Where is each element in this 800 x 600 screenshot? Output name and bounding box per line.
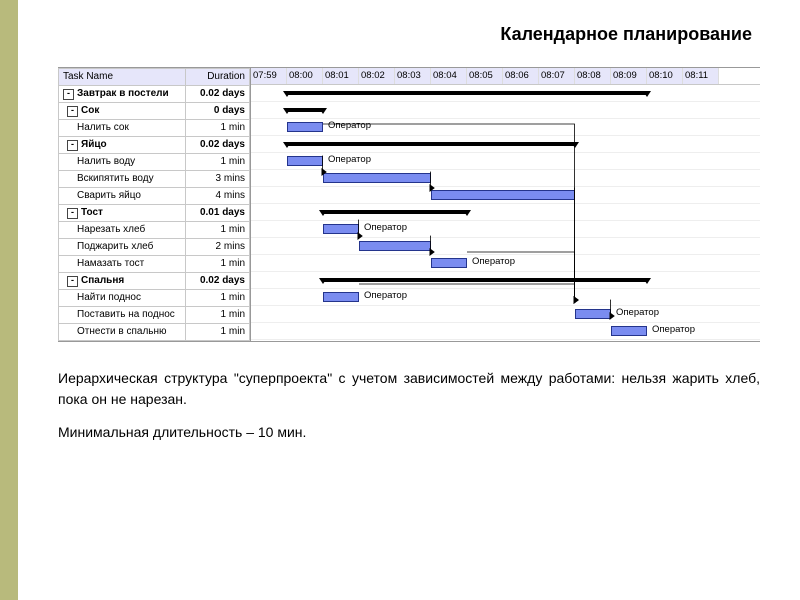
collapse-icon[interactable]: -	[67, 276, 78, 287]
task-bar[interactable]	[431, 258, 467, 268]
gantt-row	[251, 272, 760, 289]
table-row: -Спальня0.02 days	[59, 273, 250, 290]
time-tick: 08:00	[287, 68, 323, 84]
gantt-row: Оператор	[251, 289, 760, 306]
resource-label: Оператор	[364, 290, 407, 301]
collapse-icon[interactable]: -	[63, 89, 74, 100]
time-tick: 08:03	[395, 68, 431, 84]
collapse-icon[interactable]: -	[67, 140, 78, 151]
gantt-row	[251, 238, 760, 255]
gantt-row: Оператор	[251, 323, 760, 340]
time-tick: 08:08	[575, 68, 611, 84]
time-tick: 08:01	[323, 68, 359, 84]
table-row: -Завтрак в постели0.02 days	[59, 86, 250, 103]
summary-bar	[287, 91, 647, 95]
task-bar[interactable]	[323, 224, 359, 234]
description: Иерархическая структура "суперпроекта" с…	[58, 368, 760, 410]
gantt-row: Оператор	[251, 306, 760, 323]
time-tick: 08:02	[359, 68, 395, 84]
time-tick: 07:59	[251, 68, 287, 84]
gantt-row	[251, 136, 760, 153]
time-tick: 08:04	[431, 68, 467, 84]
gantt-row	[251, 102, 760, 119]
col-task-name: Task Name	[59, 69, 186, 86]
gantt-row: Оператор	[251, 119, 760, 136]
time-tick: 08:09	[611, 68, 647, 84]
gantt-chart: Task Name Duration -Завтрак в постели0.0…	[58, 67, 760, 342]
task-bar[interactable]	[359, 241, 431, 251]
task-table: Task Name Duration -Завтрак в постели0.0…	[58, 68, 251, 341]
summary-bar	[323, 278, 647, 282]
task-bar[interactable]	[323, 292, 359, 302]
gantt-timeline: 07:5908:0008:0108:0208:0308:0408:0508:06…	[251, 68, 760, 341]
gantt-row	[251, 187, 760, 204]
resource-label: Оператор	[328, 154, 371, 165]
task-bar[interactable]	[575, 309, 611, 319]
table-row: Нарезать хлеб1 min	[59, 222, 250, 239]
task-bar[interactable]	[611, 326, 647, 336]
min-length: Минимальная длительность – 10 мин.	[58, 424, 760, 440]
table-row: Найти поднос1 min	[59, 290, 250, 307]
gantt-row	[251, 170, 760, 187]
gantt-row: Оператор	[251, 153, 760, 170]
collapse-icon[interactable]: -	[67, 208, 78, 219]
slide-title: Календарное планирование	[58, 24, 760, 45]
table-row: Поджарить хлеб2 mins	[59, 239, 250, 256]
resource-label: Оператор	[364, 222, 407, 233]
time-tick: 08:05	[467, 68, 503, 84]
table-row: -Тост0.01 days	[59, 205, 250, 222]
resource-label: Оператор	[616, 307, 659, 318]
table-row: Сварить яйцо4 mins	[59, 188, 250, 205]
summary-bar	[287, 142, 575, 146]
gantt-row	[251, 204, 760, 221]
collapse-icon[interactable]: -	[67, 106, 78, 117]
time-tick: 08:07	[539, 68, 575, 84]
summary-bar	[287, 108, 323, 112]
time-tick: 08:11	[683, 68, 719, 84]
gantt-row	[251, 85, 760, 102]
table-row: Намазать тост1 min	[59, 256, 250, 273]
time-tick: 08:06	[503, 68, 539, 84]
resource-label: Оператор	[328, 120, 371, 131]
table-row: Налить воду1 min	[59, 154, 250, 171]
gantt-row: Оператор	[251, 255, 760, 272]
table-row: Поставить на поднос1 min	[59, 307, 250, 324]
resource-label: Оператор	[652, 324, 695, 335]
task-bar[interactable]	[287, 122, 323, 132]
task-bar[interactable]	[431, 190, 575, 200]
table-row: Отнести в спальню1 min	[59, 324, 250, 341]
summary-bar	[323, 210, 467, 214]
table-row: Вскипятить воду3 mins	[59, 171, 250, 188]
table-row: -Яйцо0.02 days	[59, 137, 250, 154]
time-tick: 08:10	[647, 68, 683, 84]
task-bar[interactable]	[323, 173, 431, 183]
table-row: -Сок0 days	[59, 103, 250, 120]
time-header: 07:5908:0008:0108:0208:0308:0408:0508:06…	[251, 68, 760, 85]
table-row: Налить сок1 min	[59, 120, 250, 137]
resource-label: Оператор	[472, 256, 515, 267]
col-duration: Duration	[186, 69, 250, 86]
task-bar[interactable]	[287, 156, 323, 166]
gantt-row: Оператор	[251, 221, 760, 238]
